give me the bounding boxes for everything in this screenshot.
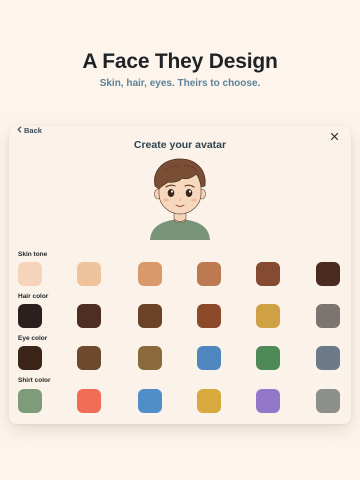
- hero-subtitle: Skin, hair, eyes. Theirs to choose.: [99, 78, 261, 89]
- section-label-hair-color: Hair color: [18, 293, 49, 300]
- hair-color-swatch-3[interactable]: [138, 304, 162, 328]
- hair-color-swatch-4[interactable]: [197, 304, 221, 328]
- shirt-color-swatch-5[interactable]: [256, 389, 280, 413]
- section-label-eye-color: Eye color: [18, 335, 48, 342]
- hair-color-swatch-5[interactable]: [256, 304, 280, 328]
- hair-color-swatch-6[interactable]: [316, 304, 340, 328]
- back-label: Back: [24, 126, 42, 135]
- hair-color-swatch-1[interactable]: [18, 304, 42, 328]
- hair-color-swatch-2[interactable]: [77, 304, 101, 328]
- skin-tone-swatch-1[interactable]: [18, 262, 42, 286]
- avatar-dialog: Back Create your avatar Skin tone Hair c…: [9, 126, 351, 424]
- section-label-skin-tone: Skin tone: [18, 251, 48, 258]
- section-label-shirt-color: Shirt color: [18, 377, 51, 384]
- shirt-color-swatch-1[interactable]: [18, 389, 42, 413]
- page: A Face They Design Skin, hair, eyes. The…: [0, 0, 360, 480]
- avatar-preview: [150, 158, 210, 240]
- eye-color-swatch-1[interactable]: [18, 346, 42, 370]
- shirt-color-swatch-2[interactable]: [77, 389, 101, 413]
- skin-tone-swatch-2[interactable]: [77, 262, 101, 286]
- eye-color-swatch-5[interactable]: [256, 346, 280, 370]
- back-button[interactable]: Back: [17, 126, 42, 135]
- skin-tone-swatch-5[interactable]: [256, 262, 280, 286]
- skin-tone-swatches: [9, 262, 351, 287]
- shirt-color-swatch-6[interactable]: [316, 389, 340, 413]
- chevron-left-icon: [17, 126, 22, 135]
- dialog-title: Create your avatar: [133, 139, 227, 151]
- hero-title: A Face They Design: [82, 50, 278, 73]
- eye-color-swatches: [9, 346, 351, 371]
- shirt-color-swatch-3[interactable]: [138, 389, 162, 413]
- eye-color-swatch-6[interactable]: [316, 346, 340, 370]
- skin-tone-swatch-6[interactable]: [316, 262, 340, 286]
- skin-tone-swatch-4[interactable]: [197, 262, 221, 286]
- hair-color-swatches: [9, 304, 351, 329]
- eye-color-swatch-2[interactable]: [77, 346, 101, 370]
- eye-color-swatch-3[interactable]: [138, 346, 162, 370]
- shirt-color-swatch-4[interactable]: [197, 389, 221, 413]
- skin-tone-swatch-3[interactable]: [138, 262, 162, 286]
- shirt-color-swatches: [9, 389, 351, 414]
- eye-color-swatch-4[interactable]: [197, 346, 221, 370]
